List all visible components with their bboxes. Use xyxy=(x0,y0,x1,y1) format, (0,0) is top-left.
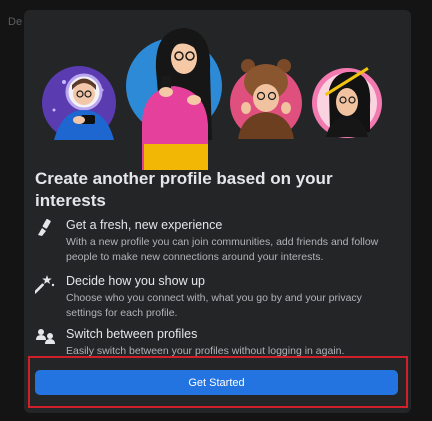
switch-profiles-icon xyxy=(35,327,59,349)
avatar-astronaut xyxy=(42,66,116,140)
avatar-woman-stick xyxy=(312,67,382,138)
create-profile-dialog: Create another profile based on your int… xyxy=(24,10,411,413)
feature-description: Choose who you connect with, what you go… xyxy=(66,292,362,319)
avatar-woman-phone xyxy=(126,28,222,170)
magic-wand-icon xyxy=(33,274,59,296)
feature-description: With a new profile you can join communit… xyxy=(66,236,379,263)
feature-heading: Get a fresh, new experience xyxy=(66,218,223,232)
dialog-title: Create another profile based on your int… xyxy=(35,169,333,210)
feature-heading: Switch between profiles xyxy=(66,327,198,341)
feature-heading: Decide how you show up xyxy=(66,274,205,288)
paintbrush-icon xyxy=(35,218,59,240)
get-started-button[interactable]: Get Started xyxy=(35,370,398,395)
avatar-bear-hat xyxy=(230,59,302,139)
background-text: De xyxy=(8,16,23,28)
hero-illustration xyxy=(42,28,382,170)
